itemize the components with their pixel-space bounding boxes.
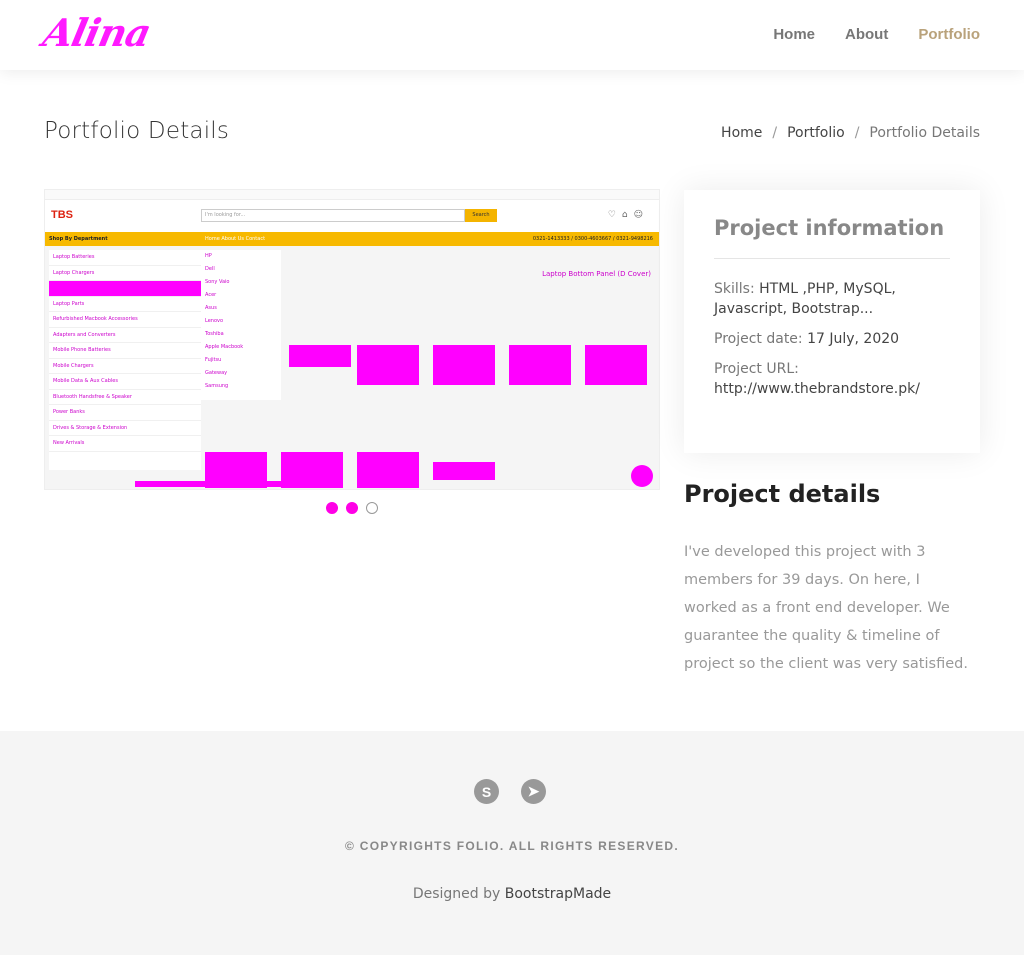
telegram-icon[interactable]: ➤	[521, 779, 546, 804]
breadcrumb-portfolio-link[interactable]: Portfolio	[787, 125, 845, 141]
project-details-title: Project details	[684, 480, 881, 508]
url-label: Project URL:	[714, 361, 799, 377]
screenshot-search-button: Search	[465, 209, 497, 222]
project-skills: Skills: HTML ,PHP, MySQL, Javascript, Bo…	[714, 279, 950, 319]
project-url: Project URL: http://www.thebrandstore.pk…	[714, 359, 950, 399]
screenshot-submenu-item: Dell	[205, 266, 215, 272]
screenshot-product-image	[357, 345, 419, 385]
copyright: © COPYRIGHTS FOLIO. ALL RIGHTS RESERVED.	[345, 839, 679, 853]
screenshot-menu: Laptop Batteries Laptop Chargers Laptop …	[49, 250, 201, 470]
page-title: Portfolio Details	[44, 118, 230, 144]
screenshot-search: I'm looking for...	[201, 209, 465, 222]
project-details-text: I've developed this project with 3 membe…	[684, 544, 968, 672]
label-colon: :	[797, 331, 808, 347]
label-colon: :	[749, 281, 760, 297]
site-logo[interactable]: Alina	[39, 10, 154, 55]
screenshot-menu-item: Laptop Parts	[49, 297, 201, 312]
screenshot-product-image	[433, 462, 495, 480]
screenshot-menu-item: Refurbished Macbook Accessories	[49, 312, 201, 328]
screenshot-submenu-item: Gateway	[205, 370, 228, 376]
nav-home-link[interactable]: Home	[773, 26, 815, 43]
screenshot-submenu-item: Asus	[205, 305, 217, 311]
screenshot-department: Shop By Department	[49, 236, 108, 242]
portfolio-slide-image[interactable]: TBS I'm looking for... Search ♡⌂☺ Shop B…	[44, 189, 660, 490]
screenshot-submenu-item: HP	[205, 253, 212, 259]
screenshot-header: TBS I'm looking for... Search ♡⌂☺	[45, 200, 659, 232]
date-value: 17 July, 2020	[807, 331, 900, 347]
screenshot-submenu-item: Toshiba	[205, 331, 224, 337]
screenshot-phone: 0321-1413333 / 0300-4603667 / 0321-94982…	[532, 236, 653, 242]
project-info-card: Project information Skills: HTML ,PHP, M…	[684, 190, 980, 453]
screenshot-product-image	[357, 452, 419, 488]
screenshot-headline: Laptop Bottom Panel (D Cover)	[542, 270, 651, 278]
main-nav: Home About Portfolio	[773, 26, 980, 43]
project-date: Project date: 17 July, 2020	[714, 329, 950, 349]
designed-by-label: Designed by	[412, 886, 501, 902]
screenshot-navbar: Shop By Department Home About Us Contact…	[45, 232, 659, 246]
screenshot-menu-item: Mobile Phone Batteries	[49, 343, 201, 359]
nav-portfolio-link[interactable]: Portfolio	[918, 26, 980, 43]
screenshot-product-image	[585, 345, 647, 385]
screenshot-magenta-block	[289, 345, 351, 367]
screenshot-links: Home About Us Contact	[205, 236, 266, 242]
breadcrumb-separator: /	[854, 125, 860, 141]
screenshot-menu-item: Bluetooth Handsfree & Speaker	[49, 390, 201, 405]
screenshot-menu-item: Mobile Data & Aux Cables	[49, 374, 201, 390]
screenshot-menu-item: Laptop Batteries	[49, 250, 201, 266]
screenshot-submenu-item: Lenovo	[205, 318, 224, 324]
slider-dot[interactable]	[366, 502, 378, 514]
screenshot-product-image	[509, 345, 571, 385]
skills-label: Skills	[714, 281, 750, 297]
breadcrumb-separator: /	[772, 125, 778, 141]
screenshot-menu-item	[49, 281, 201, 297]
nav-about-link[interactable]: About	[845, 26, 888, 43]
project-info-title: Project information	[714, 216, 950, 259]
screenshot-menu-item: New Arrivals	[49, 436, 201, 452]
screenshot-logo: TBS	[51, 209, 73, 221]
screenshot-submenu-item: Sony Vaio	[205, 279, 230, 285]
screenshot-menu-item: Drives & Storage & Extension	[49, 421, 201, 436]
site-header: Alina Home About Portfolio	[0, 0, 1024, 70]
screenshot-product-image	[433, 345, 495, 385]
screenshot-submenu-item: Apple Macbook	[205, 344, 244, 350]
screenshot-magenta-bar	[135, 481, 295, 487]
screenshot-topbar	[45, 190, 659, 200]
project-url-link[interactable]: http://www.thebrandstore.pk/	[714, 381, 920, 397]
screenshot-submenu-item: Samsung	[205, 383, 229, 389]
designer-link[interactable]: BootstrapMade	[505, 886, 611, 902]
slider-pagination	[326, 502, 378, 514]
credits: Designed by BootstrapMade	[0, 886, 1024, 902]
slider-dot-active[interactable]	[346, 502, 358, 514]
screenshot-menu-item: Mobile Chargers	[49, 359, 201, 374]
breadcrumb-home-link[interactable]: Home	[721, 125, 762, 141]
screenshot-menu-item: Power Banks	[49, 405, 201, 421]
skype-icon[interactable]: S	[474, 779, 499, 804]
screenshot-submenu: HP Dell Sony Vaio Acer Asus Lenovo Toshi…	[201, 250, 281, 400]
screenshot-menu-item: Adapters and Converters	[49, 328, 201, 343]
screenshot-menu-item: Laptop Chargers	[49, 266, 201, 281]
breadcrumb-current: Portfolio Details	[869, 125, 980, 141]
date-label: Project date	[714, 331, 798, 347]
breadcrumb: Home / Portfolio / Portfolio Details	[721, 125, 980, 141]
screenshot-submenu-item: Acer	[205, 292, 217, 298]
social-links: S ➤	[474, 779, 546, 804]
screenshot-scroll-button	[631, 465, 653, 487]
screenshot-icons: ♡⌂☺	[607, 210, 649, 220]
site-footer: S ➤ © COPYRIGHTS FOLIO. ALL RIGHTS RESER…	[0, 731, 1024, 955]
screenshot-submenu-item: Fujitsu	[205, 357, 222, 363]
slider-dot[interactable]	[326, 502, 338, 514]
